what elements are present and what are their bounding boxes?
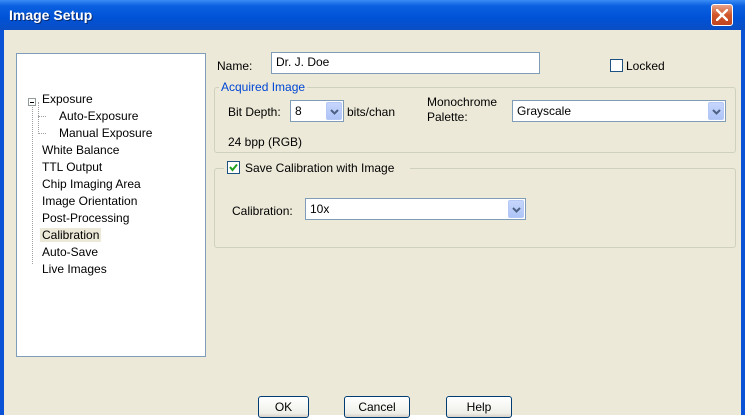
save-calibration-checkbox[interactable]: [227, 161, 240, 174]
close-icon: [716, 9, 728, 21]
tree-item-exposure[interactable]: Exposure: [42, 92, 93, 106]
palette-label-line2: Palette:: [427, 110, 468, 124]
calibration-label: Calibration:: [232, 204, 293, 218]
calibration-select[interactable]: 10x: [305, 198, 526, 220]
locked-label: Locked: [626, 59, 665, 73]
bit-depth-value: 8: [295, 104, 302, 118]
bit-depth-label: Bit Depth:: [228, 105, 281, 119]
settings-tree[interactable]: Exposure Auto-Exposure Manual Exposure W…: [16, 53, 206, 357]
tree-item-live-images[interactable]: Live Images: [42, 262, 107, 276]
save-calibration-label[interactable]: Save Calibration with Image: [245, 161, 394, 175]
tree-item-auto-exposure[interactable]: Auto-Exposure: [59, 109, 138, 123]
collapse-icon[interactable]: [28, 98, 36, 106]
tree-connector: [32, 102, 33, 264]
title-bar[interactable]: Image Setup: [0, 0, 745, 30]
checkmark-icon: [229, 163, 238, 172]
name-label: Name:: [217, 59, 253, 73]
bits-unit-label: bits/chan: [347, 105, 396, 119]
chevron-down-icon[interactable]: [326, 102, 342, 120]
tree-item-white-balance[interactable]: White Balance: [42, 143, 119, 157]
tree-item-ttl-output[interactable]: TTL Output: [42, 160, 102, 174]
window-frame-right: [741, 30, 745, 415]
tree-item-chip-imaging-area[interactable]: Chip Imaging Area: [42, 177, 141, 191]
palette-value: Grayscale: [517, 104, 572, 118]
chevron-down-icon[interactable]: [708, 102, 724, 120]
tree-connector: [38, 133, 46, 134]
image-setup-dialog: Image Setup Exposure Auto-Exposure Manua…: [0, 0, 745, 418]
name-input[interactable]: Dr. J. Doe: [271, 52, 540, 74]
bit-depth-select[interactable]: 8: [290, 100, 344, 122]
tree-item-calibration[interactable]: Calibration: [40, 228, 102, 242]
bpp-text: 24 bpp (RGB): [228, 135, 303, 149]
window-frame-left: [0, 30, 4, 415]
tree-item-auto-save[interactable]: Auto-Save: [42, 245, 98, 259]
calibration-value: 10x: [310, 202, 330, 216]
window-title: Image Setup: [9, 7, 93, 23]
locked-checkbox[interactable]: [610, 59, 623, 72]
chevron-down-icon[interactable]: [508, 200, 524, 218]
tree-item-post-processing[interactable]: Post-Processing: [42, 211, 129, 225]
close-button[interactable]: [711, 4, 733, 26]
tree-item-image-orientation[interactable]: Image Orientation: [42, 194, 137, 208]
tree-connector: [38, 116, 46, 117]
tree-item-manual-exposure[interactable]: Manual Exposure: [59, 126, 152, 140]
acquired-image-title: Acquired Image: [219, 80, 308, 94]
tree-connector: [38, 102, 39, 134]
palette-label-line1: Monochrome: [427, 95, 498, 109]
palette-select[interactable]: Grayscale: [512, 100, 726, 122]
